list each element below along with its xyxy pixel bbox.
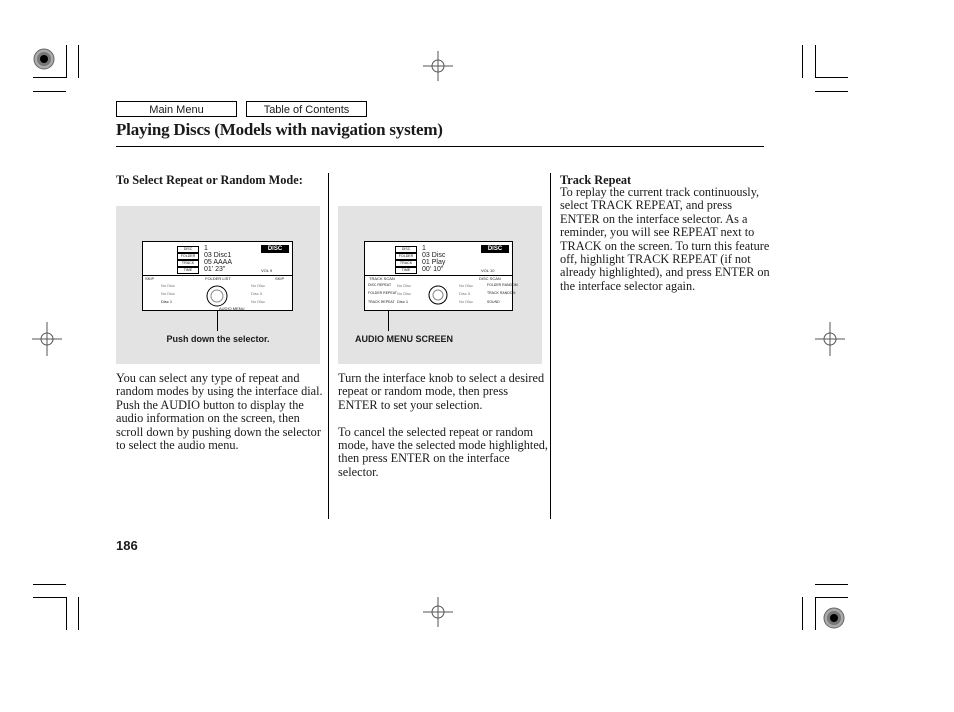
disc-slot: Disc 5	[251, 291, 263, 296]
track-repeat-option: TRACK REPEAT	[368, 300, 395, 304]
crosshair-mark-icon	[423, 51, 453, 81]
figure-audio-menu: DISC FOLDER TRACK TIME 1 03 Disc 01 Play…	[338, 206, 542, 364]
crop-mark	[78, 45, 79, 78]
page-number: 186	[116, 538, 138, 553]
disc-slot: No Disc	[161, 283, 176, 288]
section-heading: To Select Repeat or Random Mode:	[116, 173, 303, 187]
screen-value: 03 Disc1	[204, 252, 232, 259]
screen-value: 01' 23"	[204, 266, 226, 273]
audio-menu-label: AUDIO MENU	[219, 306, 245, 311]
middle-body-text: Turn the interface knob to select a desi…	[338, 371, 549, 493]
screen-label: FOLDER	[177, 253, 199, 260]
audio-menu-screen-illustration: DISC FOLDER TRACK TIME 1 03 Disc 01 Play…	[364, 241, 518, 311]
callout-line	[217, 311, 218, 331]
crop-mark	[802, 45, 803, 78]
disc-slot: Disc 1	[161, 299, 173, 304]
figure-push-selector: DISC FOLDER TRACK TIME 1 03 Disc1 05 AAA…	[116, 206, 320, 364]
crop-mark	[815, 77, 848, 78]
crosshair-mark-icon	[815, 322, 845, 356]
figure-caption: Push down the selector.	[166, 334, 270, 344]
registration-rosette-icon	[823, 607, 845, 629]
crop-mark	[815, 597, 816, 630]
column-divider	[550, 173, 551, 519]
crosshair-mark-icon	[32, 322, 62, 356]
crop-mark	[33, 77, 66, 78]
paragraph: To cancel the selected repeat or random …	[338, 424, 549, 479]
disc-slot: No Disc	[251, 283, 266, 288]
track-random-option: TRACK RANDOM	[487, 291, 516, 295]
volume-indicator: VOL 10	[481, 268, 495, 273]
screen-label: TRACK	[177, 260, 199, 267]
skip-back: SKIP	[145, 276, 155, 281]
disc-slot: No Disc	[251, 299, 266, 304]
crop-mark	[66, 45, 67, 78]
main-menu-button[interactable]: Main Menu	[116, 101, 237, 117]
screen-value: 1	[422, 245, 426, 252]
disc-slot: No Disc	[459, 299, 474, 304]
crosshair-mark-icon	[423, 597, 453, 627]
screen-value: 01 Play	[422, 259, 446, 266]
screen-label: TIME	[395, 267, 417, 274]
disc-slot: No Disc	[161, 291, 176, 296]
crop-mark	[815, 584, 848, 585]
screen-value: 05 AAAA	[204, 259, 233, 266]
table-of-contents-button[interactable]: Table of Contents	[246, 101, 367, 117]
track-scan: TRACK SCAN	[369, 276, 395, 281]
column-divider	[328, 173, 329, 519]
paragraph: You can select any type of repeat and ra…	[116, 371, 323, 399]
crop-mark	[78, 597, 79, 630]
crop-mark	[815, 597, 848, 598]
crop-mark	[33, 91, 66, 92]
page-title: Playing Discs (Models with navigation sy…	[116, 120, 443, 139]
screen-value: 00' 10"	[422, 266, 444, 273]
selector-dial-icon	[206, 285, 228, 307]
disc-badge: DISC	[261, 245, 289, 253]
disc-scan: DISC SCAN	[479, 276, 501, 281]
disc-slot: No Disc	[459, 283, 474, 288]
sound-option: SOUND	[487, 300, 500, 304]
folder-list: FOLDER LIST	[205, 276, 231, 281]
disc-slot: No Disc	[397, 283, 412, 288]
left-body-text: You can select any type of repeat and ra…	[116, 371, 324, 453]
audio-screen-illustration: DISC FOLDER TRACK TIME 1 03 Disc1 05 AAA…	[142, 241, 293, 311]
screen-value: 03 Disc	[422, 252, 446, 259]
paragraph: Push the AUDIO button to display the aud…	[116, 397, 321, 453]
disc-badge: DISC	[481, 245, 509, 253]
crop-mark	[815, 45, 816, 78]
crop-mark	[815, 91, 848, 92]
figure-caption: AUDIO MENU SCREEN	[355, 334, 454, 344]
screen-label: DISC	[395, 246, 417, 253]
screen-label: TRACK	[395, 260, 417, 267]
crop-mark	[33, 584, 66, 585]
screen-label: FOLDER	[395, 253, 417, 260]
disc-slot: Disc 5	[459, 291, 471, 296]
folder-random-option: FOLDER RANDOM	[487, 283, 518, 287]
crop-mark	[66, 597, 67, 630]
screen-label: DISC	[177, 246, 199, 253]
right-body-text: To replay the current track continuously…	[560, 185, 770, 293]
disc-slot: Disc 1	[397, 299, 409, 304]
selector-dial-icon	[428, 285, 448, 305]
skip-forward: SKIP	[275, 276, 285, 281]
folder-repeat-option: FOLDER REPEAT	[368, 291, 397, 295]
screen-label: TIME	[177, 267, 199, 274]
volume-indicator: VOL 9	[261, 268, 273, 273]
registration-rosette-icon	[33, 48, 55, 70]
crop-mark	[33, 597, 66, 598]
title-divider	[116, 146, 764, 147]
screen-value: 1	[204, 245, 208, 252]
paragraph: Turn the interface knob to select a desi…	[338, 371, 545, 412]
disc-repeat-option: DISC REPEAT	[368, 283, 392, 287]
callout-line	[388, 311, 389, 331]
disc-slot: No Disc	[397, 291, 412, 296]
crop-mark	[802, 597, 803, 630]
